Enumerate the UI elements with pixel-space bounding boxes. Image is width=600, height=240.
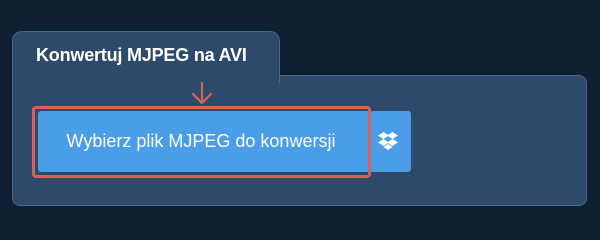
converter-tab: Konwertuj MJPEG na AVI	[12, 31, 280, 83]
arrow-down-icon	[191, 82, 213, 105]
dropbox-icon	[377, 131, 398, 150]
dropbox-button[interactable]	[364, 111, 411, 172]
tab-title: Konwertuj MJPEG na AVI	[36, 45, 247, 65]
choose-file-button[interactable]: Wybierz plik MJPEG do konwersji	[38, 111, 364, 172]
